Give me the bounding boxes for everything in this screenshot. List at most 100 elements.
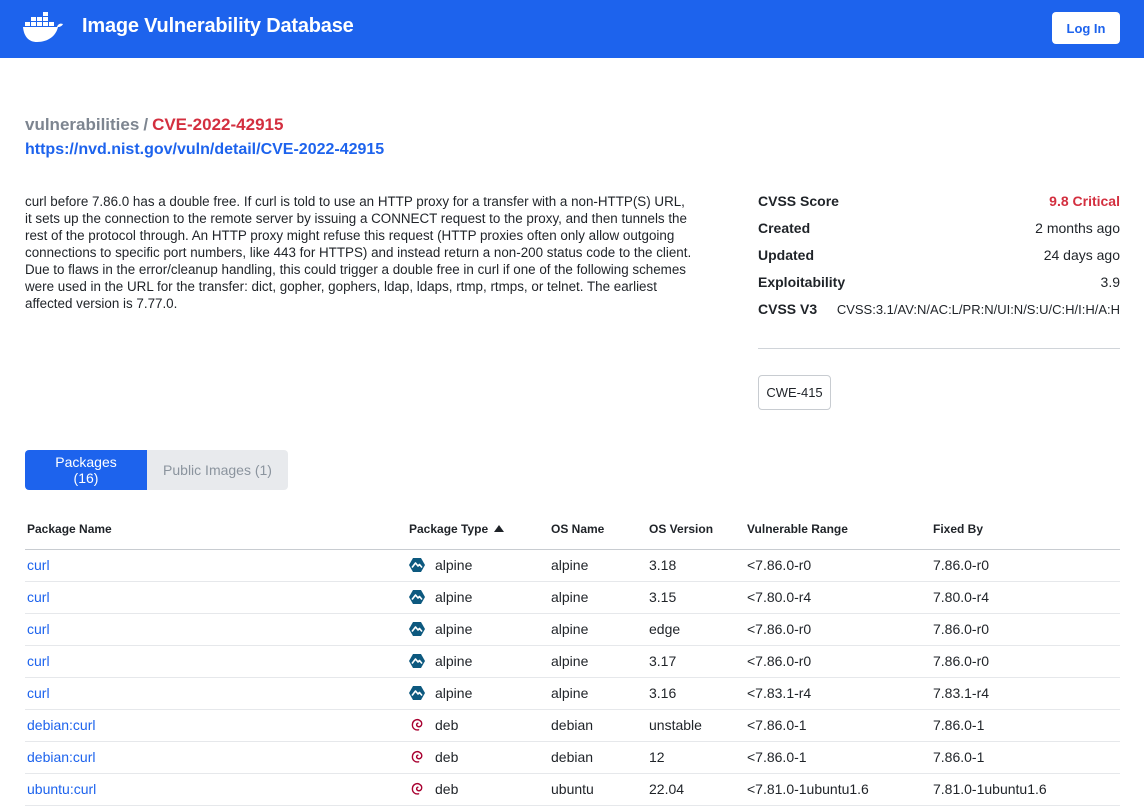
table-row[interactable]: curl alpine alpine 3.17 <7.86.0-r0 7.86.0-r0 [25,645,1120,678]
package-type-cell: alpine [407,645,549,678]
vulnerable-range-cell: <7.86.0-1 [745,741,931,774]
column-header-os-name[interactable]: OS Name [549,510,647,550]
created-value: 2 months ago [1035,220,1120,236]
table-row[interactable]: curl alpine alpine 3.18 <7.86.0-r0 7.86.0-r0 [25,549,1120,582]
cvss-v3-vector: CVSS:3.1/AV:N/AC:L/PR:N/UI:N/S:U/C:H/I:H… [836,302,1120,317]
column-header-package-name[interactable]: Package Name [25,510,407,550]
column-header-vulnerable-range[interactable]: Vulnerable Range [745,510,931,550]
tab-packages[interactable]: Packages (16) [25,450,147,490]
os-version-cell: 22.04 [647,773,745,806]
vulnerable-range-cell: <7.86.0-r0 [745,549,931,582]
cve-id-title: CVE-2022-42915 [152,115,284,134]
package-name-link[interactable]: debian:curl [27,717,96,733]
package-type-label: alpine [435,653,473,669]
vulnerable-range-cell: <7.86.0-r0 [745,613,931,646]
updated-label: Updated [758,247,814,263]
os-version-cell: edge [647,613,745,646]
alpine-icon [409,589,425,605]
package-type-cell: alpine [407,613,549,646]
fixed-by-cell: 7.86.0-r0 [931,645,1120,678]
package-name-cell: curl [25,677,407,710]
os-name-cell: alpine [549,677,647,710]
package-type-cell: alpine [407,581,549,614]
package-type-cell: deb [407,741,549,774]
table-row[interactable]: debian:curl deb debian 12 <7.86.0-1 7.86.0-1 [25,741,1120,774]
vulnerable-range-cell: <7.80.0-r4 [745,581,931,614]
package-name-link[interactable]: ubuntu:curl [27,781,96,797]
package-name-cell: ubuntu:curl [25,773,407,806]
package-name-link[interactable]: curl [27,653,50,669]
table-row[interactable]: ubuntu:curl deb ubuntu 22.04 <7.81.0-1ubuntu… [25,773,1120,806]
package-type-cell: alpine [407,549,549,582]
fixed-by-cell: 7.86.0-r0 [931,613,1120,646]
package-type-label: alpine [435,621,473,637]
alpine-icon [409,685,425,701]
package-name-link[interactable]: curl [27,685,50,701]
os-name-cell: debian [549,709,647,742]
debian-icon [409,717,425,733]
package-type-label: alpine [435,589,473,605]
package-name-cell: debian:curl [25,741,407,774]
top-bar: Image Vulnerability Database Log In [0,0,1144,58]
tab-public-images[interactable]: Public Images (1) [147,450,288,490]
created-row: Created 2 months ago [758,217,1120,244]
cwe-chip[interactable]: CWE-415 [758,375,831,410]
table-row[interactable]: curl alpine alpine 3.15 <7.80.0-r4 7.80.0-r4 [25,581,1120,614]
package-type-label: alpine [435,685,473,701]
fixed-by-cell: 7.86.0-r0 [931,549,1120,582]
app-title: Image Vulnerability Database [82,15,354,37]
table-row[interactable]: debian:curl deb debian unstable <7.86.0-1 7.8… [25,709,1120,742]
alpine-icon [409,621,425,637]
cvss-v3-label: CVSS V3 [758,301,818,317]
breadcrumb-separator: / [143,115,149,134]
nvd-link[interactable]: https://nvd.nist.gov/vuln/detail/CVE-202… [25,141,384,159]
created-label: Created [758,220,811,236]
os-name-cell: alpine [549,549,647,582]
fixed-by-cell: 7.80.0-r4 [931,581,1120,614]
os-name-cell: alpine [549,581,647,614]
os-version-cell: 3.16 [647,677,745,710]
os-name-cell: alpine [549,645,647,678]
os-version-cell: 3.18 [647,549,745,582]
cve-description: curl before 7.86.0 has a double free. If… [25,194,692,311]
vulnerable-range-cell: <7.86.0-r0 [745,645,931,678]
package-type-label: alpine [435,557,473,573]
package-name-cell: curl [25,645,407,678]
package-name-link[interactable]: debian:curl [27,749,96,765]
cvss-score-value: 9.8 Critical [1049,193,1120,209]
package-name-link[interactable]: curl [27,589,50,605]
os-name-cell: ubuntu [549,773,647,806]
vulnerable-range-cell: <7.86.0-1 [745,709,931,742]
cvss-score-label: CVSS Score [758,193,839,209]
login-button[interactable]: Log In [1052,12,1120,44]
column-header-fixed-by[interactable]: Fixed By [931,510,1120,550]
os-version-cell: 12 [647,741,745,774]
package-name-link[interactable]: curl [27,557,50,573]
tab-bar: Packages (16) Public Images (1) [25,450,288,490]
exploitability-label: Exploitability [758,274,846,290]
table-row[interactable]: curl alpine alpine 3.16 <7.83.1-r4 7.83.1-r4 [25,677,1120,710]
cvss-score-row: CVSS Score 9.8 Critical [758,190,1120,217]
packages-table: Package Name Package Type OS Name OS Ver… [25,510,1120,806]
column-header-os-version[interactable]: OS Version [647,510,745,550]
fixed-by-cell: 7.81.0-1ubuntu1.6 [931,773,1120,806]
fixed-by-cell: 7.83.1-r4 [931,677,1120,710]
vulnerable-range-cell: <7.81.0-1ubuntu1.6 [745,773,931,806]
package-type-label: deb [435,781,459,797]
updated-row: Updated 24 days ago [758,244,1120,271]
fixed-by-cell: 7.86.0-1 [931,741,1120,774]
breadcrumb-vulnerabilities-link[interactable]: vulnerabilities [25,115,139,134]
cvss-v3-row: CVSS V3 CVSS:3.1/AV:N/AC:L/PR:N/UI:N/S:U… [758,298,1120,325]
package-name-link[interactable]: curl [27,621,50,637]
os-version-cell: 3.15 [647,581,745,614]
sort-ascending-icon [494,525,505,533]
exploitability-row: Exploitability 3.9 [758,271,1120,298]
package-name-cell: debian:curl [25,709,407,742]
package-type-cell: deb [407,773,549,806]
docker-whale-icon[interactable] [22,12,64,44]
column-header-package-type[interactable]: Package Type [407,510,549,550]
table-row[interactable]: curl alpine alpine edge <7.86.0-r0 7.86.0-r0 [25,613,1120,646]
os-version-cell: 3.17 [647,645,745,678]
vulnerable-range-cell: <7.83.1-r4 [745,677,931,710]
breadcrumb: vulnerabilities / CVE-2022-42915 [25,115,283,135]
